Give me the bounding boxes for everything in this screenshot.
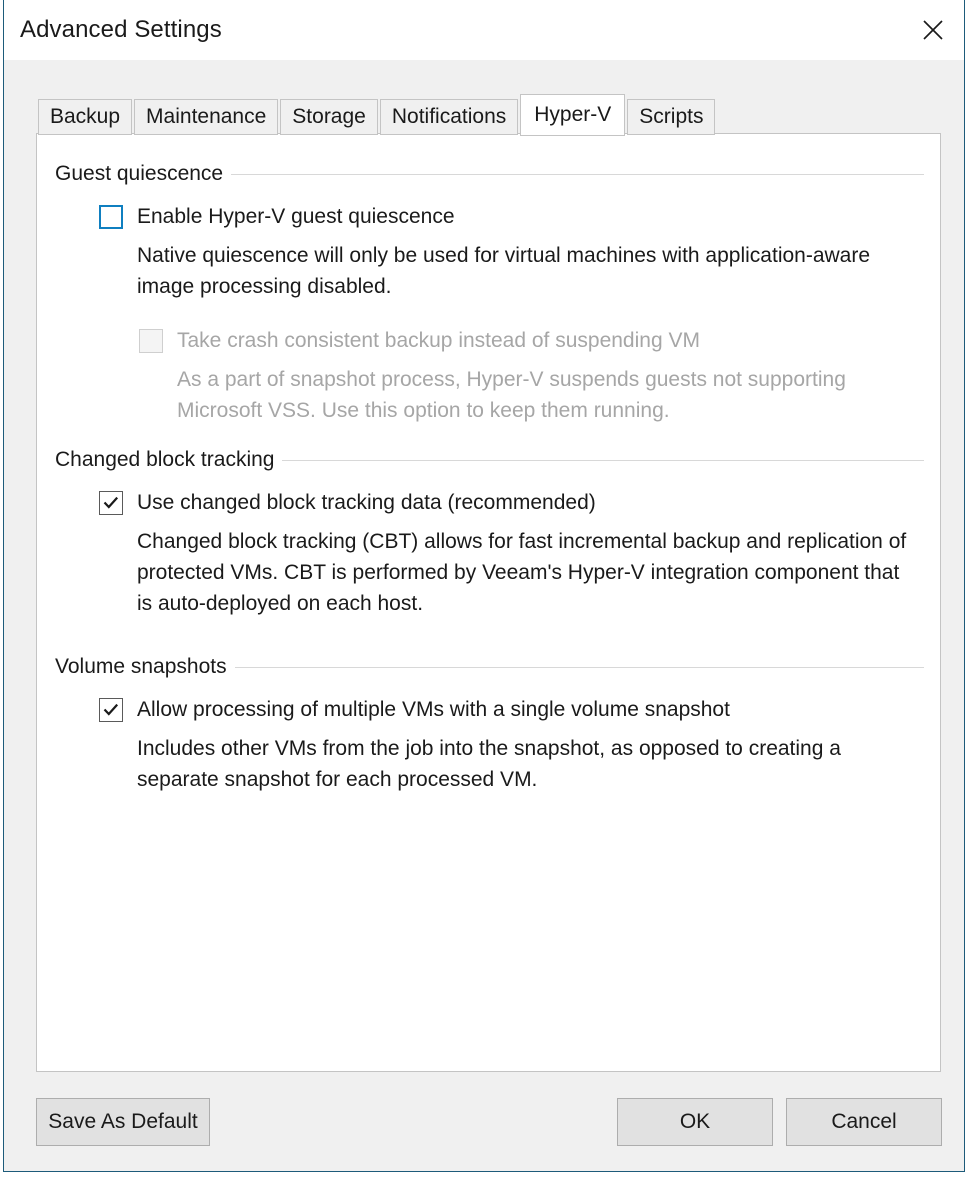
tab-scripts-label: Scripts: [639, 105, 704, 128]
hyper-v-tab-panel: Guest quiescence Enable Hyper-V guest qu…: [36, 133, 941, 1072]
ok-button[interactable]: OK: [617, 1098, 773, 1146]
crash-consistent-description: As a part of snapshot process, Hyper-V s…: [177, 368, 846, 422]
checkbox-row-enable-quiescence[interactable]: Enable Hyper-V guest quiescence: [99, 202, 940, 232]
group-volume-snapshots: Volume snapshots Allow processing of mul…: [37, 653, 940, 795]
use-cbt-description: Changed block tracking (CBT) allows for …: [137, 530, 907, 615]
enable-quiescence-checkbox[interactable]: [99, 205, 123, 229]
tab-scripts[interactable]: Scripts: [627, 99, 716, 135]
use-cbt-checkbox[interactable]: [99, 491, 123, 515]
tab-storage[interactable]: Storage: [280, 99, 378, 135]
group-changed-block-tracking-title: Changed block tracking: [55, 448, 275, 471]
checkmark-icon: [103, 703, 119, 716]
cancel-button[interactable]: Cancel: [786, 1098, 942, 1146]
group-volume-snapshots-title: Volume snapshots: [55, 655, 227, 678]
group-volume-snapshots-header: Volume snapshots: [55, 653, 924, 681]
tab-notifications-label: Notifications: [391, 105, 507, 128]
group-changed-block-tracking: Changed block tracking Use changed block…: [37, 446, 940, 619]
group-changed-block-tracking-header: Changed block tracking: [55, 446, 924, 474]
tab-backup-label: Backup: [50, 105, 121, 128]
checkbox-row-crash-consistent: Take crash consistent backup instead of …: [139, 326, 940, 356]
tab-maintenance-label: Maintenance: [146, 105, 267, 128]
tab-backup[interactable]: Backup: [38, 99, 133, 135]
page-title: Advanced Settings: [20, 16, 222, 43]
group-guest-quiescence-title: Guest quiescence: [55, 162, 224, 185]
use-cbt-label: Use changed block tracking data (recomme…: [137, 491, 596, 514]
tab-hyper-v-label: Hyper-V: [534, 103, 612, 126]
enable-quiescence-label: Enable Hyper-V guest quiescence: [137, 205, 455, 228]
group-guest-quiescence: Guest quiescence Enable Hyper-V guest qu…: [37, 160, 940, 426]
tab-hyper-v[interactable]: Hyper-V: [520, 94, 626, 136]
allow-multi-vm-checkbox[interactable]: [99, 698, 123, 722]
close-button[interactable]: [902, 0, 964, 59]
checkbox-row-allow-multi-vm[interactable]: Allow processing of multiple VMs with a …: [99, 695, 940, 725]
crash-consistent-checkbox: [139, 329, 163, 353]
checkbox-row-use-cbt[interactable]: Use changed block tracking data (recomme…: [99, 488, 940, 518]
tab-maintenance[interactable]: Maintenance: [134, 99, 279, 135]
group-divider-line: [282, 459, 924, 461]
advanced-settings-dialog: Advanced Settings Backup Maintenance Sto…: [3, 0, 965, 1172]
tab-storage-label: Storage: [292, 105, 366, 128]
group-divider-line: [231, 173, 924, 175]
title-bar: Advanced Settings: [4, 0, 964, 60]
allow-multi-vm-label: Allow processing of multiple VMs with a …: [137, 698, 730, 721]
tab-notifications[interactable]: Notifications: [379, 99, 519, 135]
checkmark-icon: [103, 496, 119, 509]
close-icon: [922, 19, 944, 41]
group-guest-quiescence-header: Guest quiescence: [55, 160, 924, 188]
enable-quiescence-description: Native quiescence will only be used for …: [137, 244, 871, 298]
group-divider-line: [234, 666, 924, 668]
allow-multi-vm-description: Includes other VMs from the job into the…: [137, 737, 841, 791]
tab-strip: Backup Maintenance Storage Notifications…: [38, 94, 717, 136]
save-as-default-button[interactable]: Save As Default: [36, 1098, 210, 1146]
crash-consistent-label: Take crash consistent backup instead of …: [177, 329, 700, 352]
